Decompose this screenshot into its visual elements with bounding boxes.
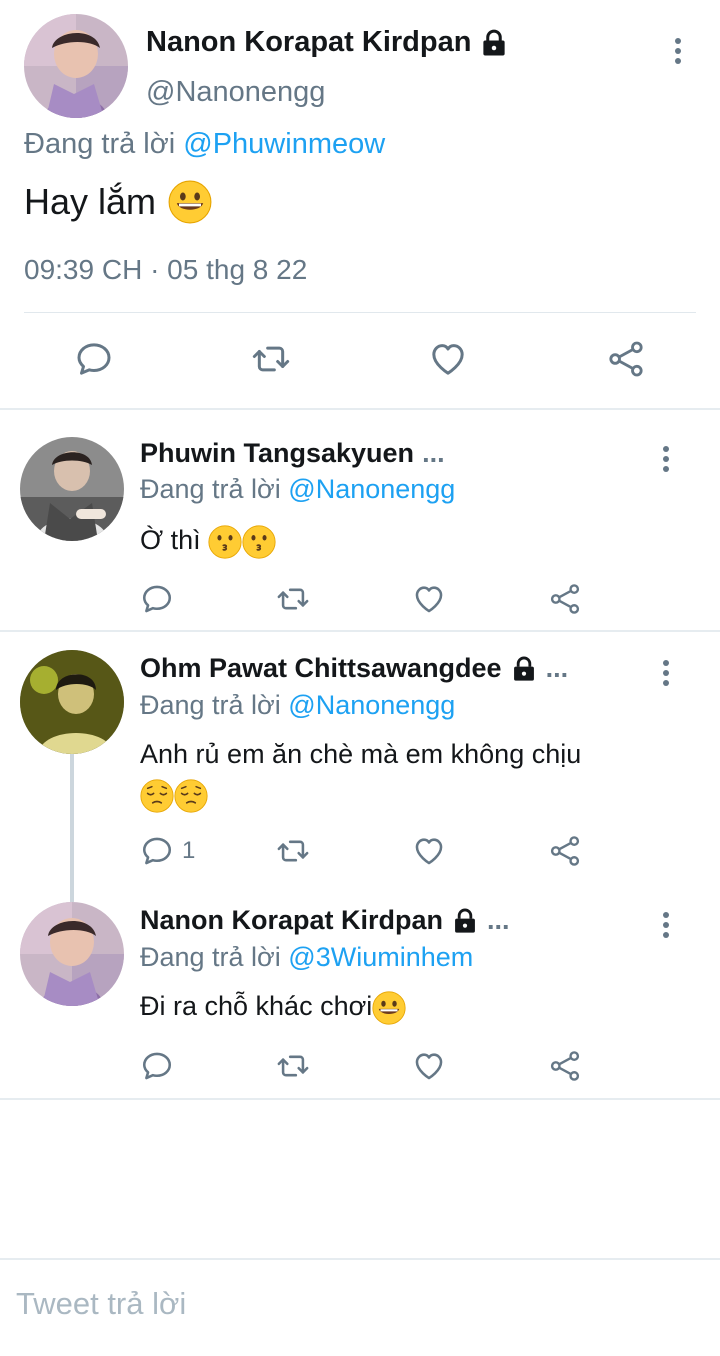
- reply-button[interactable]: 1: [140, 834, 195, 868]
- retweet-button[interactable]: [274, 1049, 312, 1083]
- kissing-face-emoji: [208, 525, 242, 559]
- like-button[interactable]: [412, 1049, 446, 1083]
- divider: [0, 408, 720, 410]
- author-name[interactable]: Nanon Korapat Kirdpan: [146, 26, 509, 59]
- author-handle[interactable]: @Nanonengg: [146, 76, 325, 109]
- replying-to: Đang trả lời @Nanonengg: [140, 690, 456, 720]
- share-button[interactable]: [548, 582, 582, 616]
- heart-icon: [412, 582, 446, 616]
- author-name[interactable]: Phuwin Tangsakyuen ...: [140, 438, 445, 469]
- pensive-face-emoji: [140, 779, 174, 813]
- reply-count: 1: [182, 837, 196, 864]
- lock-icon: [451, 907, 479, 935]
- retweet-icon: [274, 834, 312, 868]
- share-icon: [548, 1049, 582, 1083]
- like-button[interactable]: [412, 834, 446, 868]
- reply-input[interactable]: [16, 1286, 696, 1322]
- replying-to: Đang trả lời @Nanonengg: [140, 474, 456, 504]
- timestamp[interactable]: 09:39 CH · 05 thg 8 22: [24, 254, 307, 286]
- share-icon: [548, 582, 582, 616]
- more-options-icon[interactable]: [654, 442, 678, 476]
- author-name[interactable]: Nanon Korapat Kirdpan ...: [140, 905, 510, 936]
- avatar[interactable]: [20, 902, 124, 1006]
- kissing-face-emoji: [242, 525, 276, 559]
- lock-icon: [510, 655, 538, 683]
- reply-icon: [140, 1049, 174, 1083]
- replying-to-link[interactable]: @Phuwinmeow: [183, 128, 385, 160]
- share-button[interactable]: [606, 339, 646, 379]
- reply-button[interactable]: [74, 339, 114, 379]
- main-tweet: Nanon Korapat Kirdpan @Nanonengg Đang tr…: [0, 0, 720, 410]
- divider: [0, 1098, 720, 1100]
- replying-to: Đang trả lời @Phuwinmeow: [24, 128, 386, 160]
- retweet-button[interactable]: [249, 339, 293, 379]
- share-icon: [606, 339, 646, 379]
- retweet-icon: [274, 1049, 312, 1083]
- more-options-icon[interactable]: [666, 34, 690, 68]
- replying-to: Đang trả lời @3Wiuminhem: [140, 942, 474, 972]
- heart-icon: [412, 834, 446, 868]
- avatar[interactable]: [20, 650, 124, 754]
- thread-line: [70, 752, 74, 902]
- reply-icon: [140, 582, 174, 616]
- share-button[interactable]: [548, 1049, 582, 1083]
- like-button[interactable]: [428, 339, 468, 379]
- heart-icon: [428, 339, 468, 379]
- replying-to-link[interactable]: @Nanonengg: [288, 690, 455, 720]
- share-button[interactable]: [548, 834, 582, 868]
- reply-button[interactable]: [140, 1049, 182, 1083]
- heart-icon: [412, 1049, 446, 1083]
- reply-icon: [74, 339, 114, 379]
- more-options-icon[interactable]: [654, 656, 678, 690]
- like-button[interactable]: [412, 582, 446, 616]
- tweet-text: Anh rủ em ăn chè mà em không chịu: [140, 734, 660, 814]
- tweet-text: Ờ thì: [140, 520, 660, 560]
- retweet-icon: [249, 339, 293, 379]
- author-name[interactable]: Ohm Pawat Chittsawangdee ...: [140, 653, 568, 684]
- avatar[interactable]: [24, 14, 128, 118]
- avatar[interactable]: [20, 437, 124, 541]
- share-icon: [548, 834, 582, 868]
- reply-icon: [140, 834, 174, 868]
- more-options-icon[interactable]: [654, 908, 678, 942]
- divider: [24, 312, 696, 313]
- pensive-face-emoji: [174, 779, 208, 813]
- lock-icon: [479, 28, 509, 58]
- replying-to-link[interactable]: @Nanonengg: [288, 474, 455, 504]
- replying-to-link[interactable]: @3Wiuminhem: [288, 942, 473, 972]
- retweet-icon: [274, 582, 312, 616]
- retweet-button[interactable]: [274, 834, 312, 868]
- divider: [0, 630, 720, 632]
- retweet-button[interactable]: [274, 582, 312, 616]
- tweet-text: Hay lắm: [24, 180, 212, 224]
- grinning-face-emoji: [168, 180, 212, 224]
- reply-composer: [0, 1258, 720, 1356]
- tweet-text: Đi ra chỗ khác chơi: [140, 986, 660, 1026]
- reply-button[interactable]: [140, 582, 182, 616]
- grinning-face-emoji: [372, 991, 406, 1025]
